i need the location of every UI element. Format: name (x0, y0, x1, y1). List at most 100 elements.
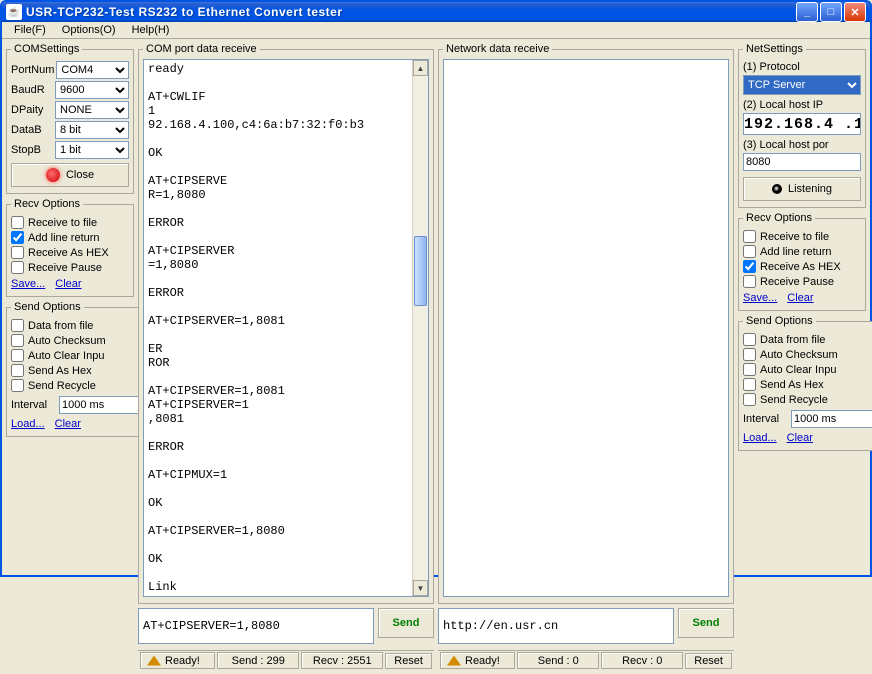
recv-pause-label: Receive Pause (28, 262, 102, 274)
stopb-label: StopB (11, 144, 53, 156)
net-recv-clear-link[interactable]: Clear (787, 292, 813, 304)
net-send-as-hex-label: Send As Hex (760, 379, 824, 391)
ready-icon (147, 656, 161, 666)
localport-input[interactable] (743, 153, 861, 171)
net-send-load-link[interactable]: Load... (743, 432, 777, 444)
net-auto-clear-input-label: Auto Clear Inpu (760, 364, 836, 376)
minimize-button[interactable]: _ (796, 2, 818, 22)
app-icon: ☕ (6, 4, 22, 20)
send-options-legend: Send Options (11, 301, 84, 313)
auto-clear-input-label: Auto Clear Inpu (28, 350, 104, 362)
datab-select[interactable]: 8 bit (55, 121, 129, 139)
net-reset-button[interactable]: Reset (685, 653, 732, 669)
recv-options-legend: Recv Options (11, 198, 83, 210)
recv-pause-checkbox[interactable] (11, 261, 24, 274)
scroll-thumb[interactable] (414, 236, 427, 306)
auto-checksum-label: Auto Checksum (28, 335, 106, 347)
menubar: File(F) Options(O) Help(H) (2, 22, 870, 39)
net-ready-label: Ready! (465, 655, 500, 667)
net-recv-count: Recv : 0 (601, 652, 683, 669)
auto-checksum-checkbox[interactable] (11, 334, 24, 347)
net-recv-pause-label: Receive Pause (760, 276, 834, 288)
maximize-button[interactable]: □ (820, 2, 842, 22)
send-clear-link[interactable]: Clear (55, 418, 81, 430)
net-auto-checksum-checkbox[interactable] (743, 348, 756, 361)
portnum-label: PortNum (11, 64, 54, 76)
net-settings-legend: NetSettings (743, 43, 806, 55)
net-send-clear-link[interactable]: Clear (787, 432, 813, 444)
scroll-up-icon[interactable]: ▲ (413, 60, 428, 76)
send-recycle-label: Send Recycle (28, 380, 96, 392)
send-load-link[interactable]: Load... (11, 418, 45, 430)
datab-label: DataB (11, 124, 53, 136)
net-recv-options-legend: Recv Options (743, 212, 815, 224)
net-data-from-file-label: Data from file (760, 334, 825, 346)
net-send-button[interactable]: Send (678, 608, 734, 638)
protocol-select[interactable]: TCP Server (743, 75, 861, 95)
net-recv-options-group: Recv Options Receive to file Add line re… (738, 212, 866, 311)
baud-select[interactable]: 9600 (55, 81, 129, 99)
net-receive-textarea[interactable] (443, 59, 729, 597)
net-recv-as-hex-label: Receive As HEX (760, 261, 841, 273)
window-close-button[interactable]: ✕ (844, 2, 866, 22)
recv-as-hex-label: Receive As HEX (28, 247, 109, 259)
close-port-label: Close (66, 169, 94, 181)
send-as-hex-label: Send As Hex (28, 365, 92, 377)
com-settings-group: COMSettings PortNumCOM4 BaudR9600 DPaity… (6, 43, 134, 194)
net-send-count: Send : 0 (517, 652, 599, 669)
com-scrollbar[interactable]: ▲ ▼ (412, 60, 428, 596)
scroll-down-icon[interactable]: ▼ (413, 580, 428, 596)
window-title: USR-TCP232-Test RS232 to Ethernet Conver… (26, 5, 796, 19)
red-indicator-icon (46, 168, 60, 182)
net-auto-clear-input-checkbox[interactable] (743, 363, 756, 376)
menu-file[interactable]: File(F) (6, 22, 54, 38)
net-send-options-legend: Send Options (743, 315, 816, 327)
recv-save-link[interactable]: Save... (11, 278, 45, 290)
listening-label: Listening (788, 183, 832, 195)
data-from-file-checkbox[interactable] (11, 319, 24, 332)
net-auto-checksum-label: Auto Checksum (760, 349, 838, 361)
menu-options[interactable]: Options(O) (54, 22, 124, 38)
stopb-select[interactable]: 1 bit (55, 141, 129, 159)
net-add-line-return-label: Add line return (760, 246, 832, 258)
auto-clear-input-checkbox[interactable] (11, 349, 24, 362)
recv-to-file-checkbox[interactable] (11, 216, 24, 229)
recv-as-hex-checkbox[interactable] (11, 246, 24, 259)
portnum-select[interactable]: COM4 (56, 61, 129, 79)
net-send-recycle-label: Send Recycle (760, 394, 828, 406)
net-recv-pause-checkbox[interactable] (743, 275, 756, 288)
recv-to-file-label: Receive to file (28, 217, 97, 229)
localport-label: (3) Local host por (743, 139, 861, 151)
net-recv-save-link[interactable]: Save... (743, 292, 777, 304)
net-send-input[interactable] (438, 608, 674, 644)
interval-label: Interval (11, 399, 57, 411)
net-interval-label: Interval (743, 413, 789, 425)
net-recv-to-file-checkbox[interactable] (743, 230, 756, 243)
net-add-line-return-checkbox[interactable] (743, 245, 756, 258)
net-recv-as-hex-checkbox[interactable] (743, 260, 756, 273)
com-receive-textarea[interactable]: ready AT+CWLIF 1 92.168.4.100,c4:6a:b7:3… (143, 59, 429, 597)
net-recv-legend: Network data receive (443, 43, 552, 55)
recv-clear-link[interactable]: Clear (55, 278, 81, 290)
localip-input[interactable] (743, 113, 861, 135)
net-interval-input[interactable] (791, 410, 872, 428)
parity-select[interactable]: NONE (55, 101, 129, 119)
net-settings-group: NetSettings (1) Protocol TCP Server (2) … (738, 43, 866, 208)
send-recycle-checkbox[interactable] (11, 379, 24, 392)
add-line-return-label: Add line return (28, 232, 100, 244)
add-line-return-checkbox[interactable] (11, 231, 24, 244)
listening-button[interactable]: Listening (743, 177, 861, 201)
close-port-button[interactable]: Close (11, 163, 129, 187)
net-send-as-hex-checkbox[interactable] (743, 378, 756, 391)
parity-label: DPaity (11, 104, 53, 116)
net-data-from-file-checkbox[interactable] (743, 333, 756, 346)
com-reset-button[interactable]: Reset (385, 653, 432, 669)
menu-help[interactable]: Help(H) (124, 22, 178, 38)
localip-label: (2) Local host IP (743, 99, 861, 111)
ready-icon (447, 656, 461, 666)
net-send-recycle-checkbox[interactable] (743, 393, 756, 406)
com-send-button[interactable]: Send (378, 608, 434, 638)
com-send-input[interactable] (138, 608, 374, 644)
send-as-hex-checkbox[interactable] (11, 364, 24, 377)
baud-label: BaudR (11, 84, 53, 96)
